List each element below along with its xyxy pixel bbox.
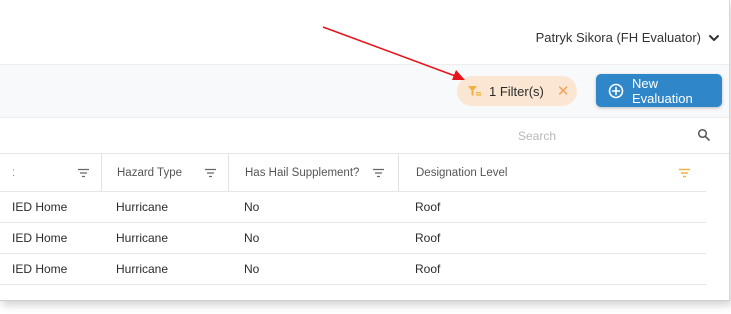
table-row[interactable]: IED Home Hurricane No Roof <box>0 223 706 254</box>
column-header-hazard-type[interactable]: Hazard Type <box>101 154 228 191</box>
column-header-status[interactable]: ː <box>0 154 101 191</box>
table-header-row: ː Hazard Type Has Hail Supplement? Desig… <box>0 154 706 192</box>
table-cell: Roof <box>415 231 441 245</box>
new-evaluation-label: New Evaluation <box>632 75 693 106</box>
table-cell: No <box>244 231 260 245</box>
filter-lines-icon[interactable] <box>78 168 89 177</box>
table-row[interactable]: IED Home Hurricane No Roof <box>0 192 706 223</box>
table-cell: Roof <box>415 200 441 214</box>
search-row <box>0 117 729 154</box>
filter-active-icon <box>467 84 481 98</box>
filter-chip[interactable]: 1 Filter(s) ✕ <box>457 76 577 106</box>
table-cell: IED Home <box>12 231 68 245</box>
top-bar: Patryk Sikora (FH Evaluator) <box>0 0 729 62</box>
column-header-designation-level[interactable]: Designation Level <box>398 154 706 191</box>
new-evaluation-button[interactable]: New Evaluation <box>596 74 722 107</box>
column-header-label: ː <box>12 166 16 179</box>
table-cell: Hurricane <box>116 262 169 276</box>
user-menu[interactable]: Patryk Sikora (FH Evaluator) <box>536 30 721 45</box>
filter-lines-icon[interactable] <box>205 168 216 177</box>
table-cell: IED Home <box>12 262 68 276</box>
search-icon[interactable] <box>697 128 711 142</box>
evaluations-table: ː Hazard Type Has Hail Supplement? Desig… <box>0 154 706 285</box>
table-cell: No <box>244 200 260 214</box>
filter-lines-icon[interactable] <box>679 168 690 177</box>
table-cell: Roof <box>415 262 441 276</box>
table-cell: IED Home <box>12 200 68 214</box>
column-header-has-hail-supplement[interactable]: Has Hail Supplement? <box>228 154 398 191</box>
app-window: Patryk Sikora (FH Evaluator) 1 Filter(s)… <box>0 0 730 301</box>
search-input[interactable] <box>500 125 694 147</box>
filter-lines-icon[interactable] <box>373 168 384 177</box>
column-header-label: Hazard Type <box>117 166 182 179</box>
close-icon[interactable]: ✕ <box>557 84 570 99</box>
table-cell: Hurricane <box>116 231 169 245</box>
table-row[interactable]: IED Home Hurricane No Roof <box>0 254 706 285</box>
table-cell: No <box>244 262 260 276</box>
toolbar: 1 Filter(s) ✕ New Evaluation <box>0 64 729 118</box>
filter-chip-label: 1 Filter(s) <box>489 83 544 99</box>
chevron-down-icon[interactable] <box>707 31 721 45</box>
column-header-label: Has Hail Supplement? <box>245 166 360 179</box>
column-header-label: Designation Level <box>416 166 508 179</box>
user-name: Patryk Sikora (FH Evaluator) <box>535 30 701 45</box>
table-cell: Hurricane <box>116 200 169 214</box>
plus-circle-icon <box>608 83 624 99</box>
